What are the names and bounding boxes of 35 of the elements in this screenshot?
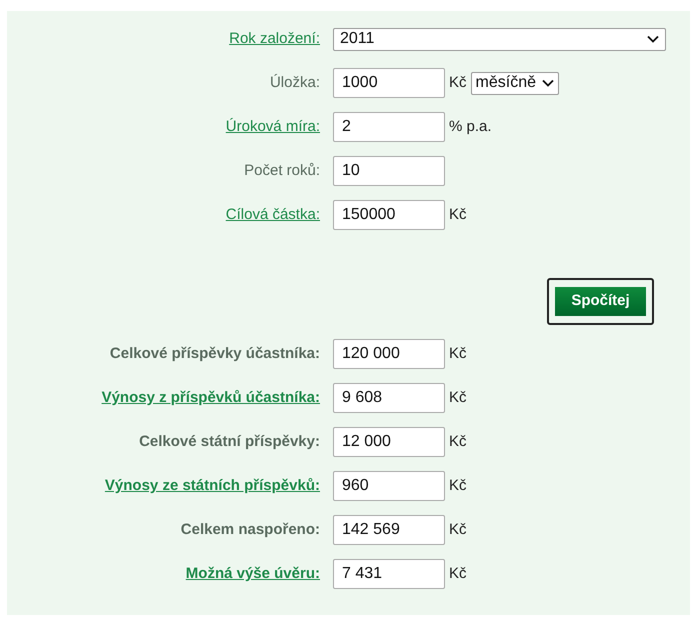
chevron-down-icon	[647, 35, 659, 43]
unit-label: Kč	[449, 564, 467, 584]
input-field[interactable]: 142 569	[333, 515, 445, 545]
input-field[interactable]: 150000	[333, 200, 445, 230]
input-field[interactable]: 1000	[333, 68, 445, 98]
label-link[interactable]: Úroková míra:	[226, 118, 320, 135]
input-field[interactable]: 120 000	[333, 339, 445, 369]
input-field[interactable]: 2	[333, 112, 445, 142]
unit-label: Kč	[449, 72, 467, 93]
unit-label: % p.a.	[449, 116, 492, 137]
input-field[interactable]: 960	[333, 471, 445, 501]
label-link[interactable]: Rok založení:	[229, 30, 320, 47]
input-field[interactable]: 9 608	[333, 383, 445, 413]
period-select[interactable]: měsíčně	[470, 72, 559, 94]
unit-label: Kč	[449, 432, 467, 452]
label-link[interactable]: Možná výše úvěru:	[186, 564, 320, 582]
field-label: Celkové příspěvky účastníka:	[110, 344, 320, 362]
input-field[interactable]: 10	[333, 156, 445, 186]
field-label: Úložka:	[270, 74, 320, 91]
input-field[interactable]: 7 431	[333, 559, 445, 589]
field-label: Počet roků:	[244, 162, 320, 179]
chevron-down-icon	[542, 79, 554, 87]
label-link[interactable]: Výnosy z příspěvků účastníka:	[102, 388, 320, 406]
unit-label: Kč	[449, 204, 467, 225]
field-label: Celkové státní příspěvky:	[139, 432, 320, 450]
unit-label: Kč	[449, 520, 467, 540]
label-link[interactable]: Výnosy ze státních příspěvků:	[104, 476, 320, 494]
year-select[interactable]: 2011	[333, 28, 666, 50]
input-field[interactable]: 12 000	[333, 427, 445, 457]
unit-label: Kč	[449, 344, 467, 364]
unit-label: Kč	[449, 476, 467, 496]
label-link[interactable]: Cílová částka:	[226, 206, 320, 223]
unit-label: Kč	[449, 388, 467, 408]
field-label: Celkem naspořeno:	[180, 520, 320, 538]
calculate-button[interactable]: Spočítej	[555, 287, 646, 316]
